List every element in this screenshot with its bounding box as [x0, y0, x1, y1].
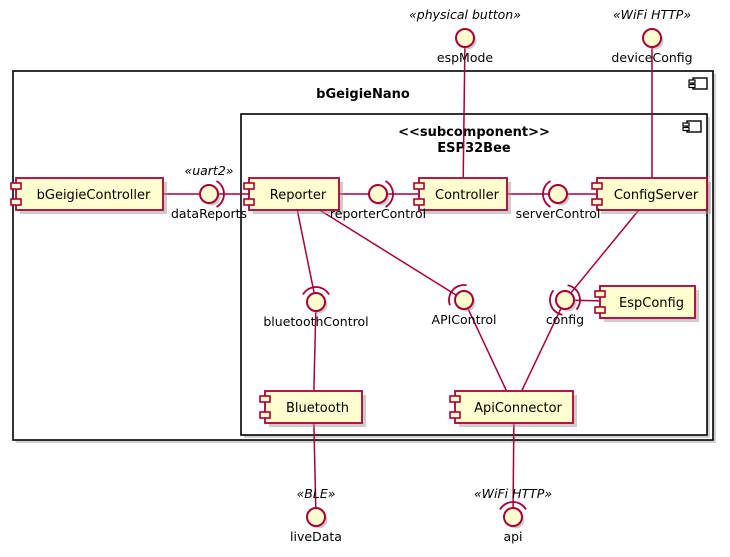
component-apiconnector[interactable]: ApiConnector — [449, 390, 577, 427]
interface-ball — [455, 28, 475, 48]
component-icon — [688, 77, 708, 90]
interface-label: config — [546, 312, 584, 327]
component-bgeigiecontroller[interactable]: bGeigieController — [10, 177, 167, 214]
port-tab-upper — [10, 182, 22, 190]
interface-livedata[interactable]: «BLE» liveData — [290, 486, 342, 544]
interface-label: liveData — [290, 529, 342, 544]
component-label: ApiConnector — [474, 401, 562, 416]
component-icon — [682, 120, 702, 133]
port-tab-lower — [591, 198, 603, 206]
frame-title-outer: bGeigieNano — [316, 87, 410, 102]
interface-espmode[interactable]: «physical button» espMode — [409, 7, 521, 65]
interface-label: bluetoothControl — [263, 314, 368, 329]
interface-label: espMode — [437, 50, 494, 65]
component-label: Reporter — [270, 188, 327, 203]
interface-label: APIControl — [432, 312, 497, 327]
interface-ball — [503, 507, 523, 527]
interface-ball — [368, 184, 388, 204]
component-label: EspConfig — [619, 296, 684, 311]
port-tab-upper — [449, 395, 461, 403]
component-label: Bluetooth — [286, 401, 349, 416]
port-tab-lower — [449, 411, 461, 419]
port-tab-lower — [594, 306, 606, 314]
interface-ball — [199, 184, 219, 204]
interface-label: api — [503, 529, 522, 544]
uml-component-diagram: bGeigieNano <<subcomponent>> ESP32Bee bGeig… — [0, 0, 730, 557]
component-label: bGeigieController — [37, 188, 151, 203]
interface-api[interactable]: «WiFi HTTP» api — [474, 486, 552, 544]
interface-label: dataReports — [171, 206, 247, 221]
component-configserver[interactable]: ConfigServer — [591, 177, 711, 214]
interface-label: reporterControl — [330, 206, 426, 221]
interface-ball — [454, 290, 474, 310]
interface-stereotype: «WiFi HTTP» — [474, 486, 552, 501]
frame-title-inner: ESP32Bee — [437, 141, 511, 156]
interface-ball — [548, 184, 568, 204]
interface-ball — [555, 290, 575, 310]
port-tab-lower — [10, 198, 22, 206]
frame-stereotype-inner: <<subcomponent>> — [398, 125, 550, 140]
component-controller[interactable]: Controller — [413, 177, 511, 214]
port-tab-upper — [594, 290, 606, 298]
port-tab-upper — [243, 182, 255, 190]
interface-stereotype: «BLE» — [297, 486, 336, 501]
interface-ball — [642, 28, 662, 48]
component-label: Controller — [435, 188, 500, 203]
interface-stereotype: «WiFi HTTP» — [613, 7, 691, 22]
port-tab-upper — [591, 182, 603, 190]
port-tab-upper — [259, 395, 271, 403]
interface-label: deviceConfig — [611, 50, 692, 65]
interface-stereotype: «physical button» — [409, 7, 521, 22]
port-tab-lower — [413, 198, 425, 206]
interface-label: serverControl — [516, 206, 601, 221]
port-tab-lower — [259, 411, 271, 419]
interface-deviceconfig[interactable]: «WiFi HTTP» deviceConfig — [611, 7, 692, 65]
interface-ball — [306, 507, 326, 527]
port-tab-lower — [243, 198, 255, 206]
interface-config[interactable]: config — [546, 284, 584, 327]
port-tab-upper — [413, 182, 425, 190]
component-espconfig[interactable]: EspConfig — [594, 285, 699, 322]
interface-ball — [306, 292, 326, 312]
interface-stereotype: «uart2» — [184, 163, 233, 178]
frames-layer — [12, 70, 716, 443]
component-bluetooth[interactable]: Bluetooth — [259, 390, 366, 427]
component-reporter[interactable]: Reporter — [243, 177, 343, 214]
connection-config-to-espconfig — [573, 299, 601, 302]
component-label: ConfigServer — [614, 188, 699, 203]
